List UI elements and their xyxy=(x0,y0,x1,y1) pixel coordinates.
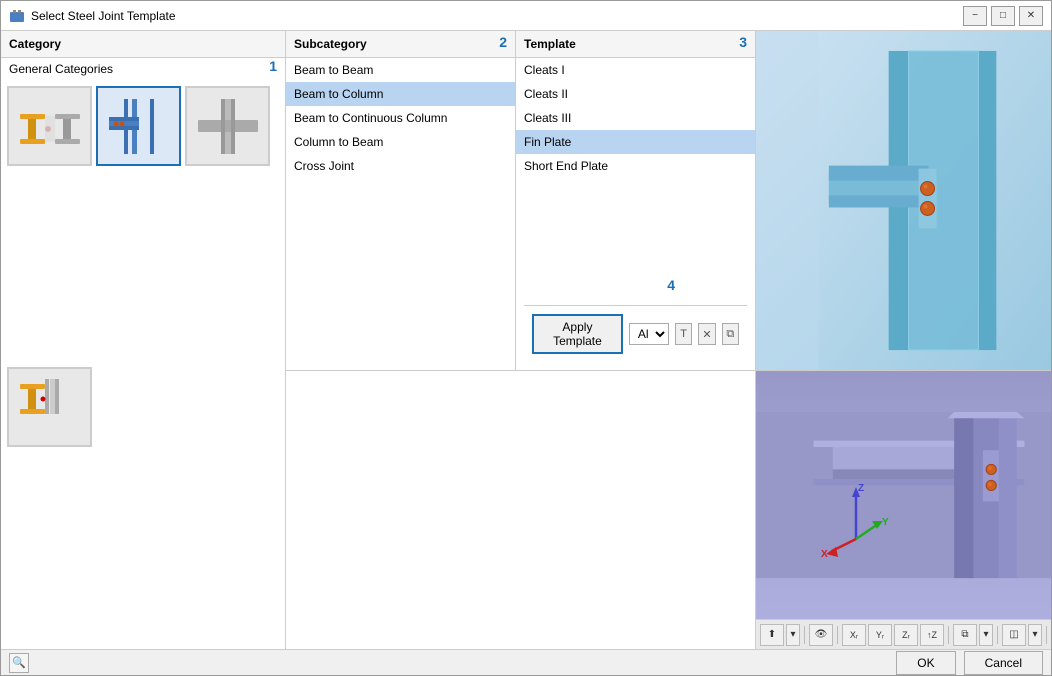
maximize-button[interactable]: □ xyxy=(991,6,1015,26)
category-panel: Category General Categories 1 xyxy=(1,31,286,649)
view3d-svg xyxy=(756,371,1051,619)
clear-icon[interactable]: ✕ xyxy=(698,323,715,345)
axis-indicator: Z Y X xyxy=(816,479,896,559)
category-thumb-2[interactable] xyxy=(96,86,181,166)
minimize-button[interactable]: − xyxy=(963,6,987,26)
template-panel: Template 3 Cleats I Cleats II Cleats III… xyxy=(516,31,756,370)
preview-3d-image xyxy=(756,31,1051,370)
subcategory-header: Subcategory 2 xyxy=(286,31,515,58)
window-icon xyxy=(9,8,25,24)
view-btn-10[interactable]: ◫ xyxy=(1002,624,1026,646)
view-btn-8[interactable]: ⧉ xyxy=(953,624,977,646)
toolbar-sep-2 xyxy=(837,626,838,644)
toolbar-sep-1 xyxy=(804,626,805,644)
template-item-4[interactable]: Short End Plate xyxy=(516,154,755,178)
bottom-row: Z Y X xyxy=(286,371,1051,649)
window-title: Select Steel Joint Template xyxy=(31,9,957,23)
copy-icon[interactable]: ⧉ xyxy=(722,323,739,345)
svg-text:Z: Z xyxy=(858,483,864,494)
apply-area: 4 Apply Template All T ✕ ⧉ xyxy=(516,297,755,370)
template-item-1[interactable]: Cleats II xyxy=(516,82,755,106)
filter-dropdown[interactable]: All xyxy=(629,323,669,345)
category-thumbnails xyxy=(1,80,285,649)
category-label: General Categories 1 xyxy=(1,58,285,80)
category-thumb-3[interactable] xyxy=(185,86,270,166)
category-thumb-4[interactable] xyxy=(7,367,92,447)
status-bar: 🔍 OK Cancel xyxy=(1,649,1051,675)
svg-text:Y: Y xyxy=(882,517,889,528)
template-item-0[interactable]: Cleats I xyxy=(516,58,755,82)
top-row: Subcategory 2 Beam to Beam Beam to Colum… xyxy=(286,31,1051,371)
window-controls: − □ ✕ xyxy=(963,6,1043,26)
toolbar-sep-5 xyxy=(1046,626,1047,644)
view-btn-3[interactable]: 👁 xyxy=(809,624,833,646)
bottom-left-panel xyxy=(286,371,756,649)
view-btn-7[interactable]: ↑Z xyxy=(920,624,944,646)
view-toolbar: ⬆ ▾ 👁 Xᵣ Yᵣ Zᵣ ↑Z ⧉ ▾ ◫ ▾ xyxy=(756,619,1051,649)
view-btn-6[interactable]: Zᵣ xyxy=(894,624,918,646)
title-bar: Select Steel Joint Template − □ ✕ xyxy=(1,1,1051,31)
search-icon[interactable]: 🔍 xyxy=(9,653,29,673)
svg-text:X: X xyxy=(821,549,828,559)
main-content: Category General Categories 1 xyxy=(1,31,1051,649)
template-header: Template 3 xyxy=(516,31,755,58)
subcategory-item-4[interactable]: Cross Joint xyxy=(286,154,515,178)
step-4-badge: 4 xyxy=(667,277,675,293)
subcategory-list: Beam to Beam Beam to Column Beam to Cont… xyxy=(286,58,515,178)
view3d-content: Z Y X xyxy=(756,371,1051,619)
subcategory-panel: Subcategory 2 Beam to Beam Beam to Colum… xyxy=(286,31,516,370)
subcategory-item-0[interactable]: Beam to Beam xyxy=(286,58,515,82)
subcategory-item-1[interactable]: Beam to Column xyxy=(286,82,515,106)
template-item-2[interactable]: Cleats III xyxy=(516,106,755,130)
category-thumb-1[interactable] xyxy=(7,86,92,166)
toolbar-sep-4 xyxy=(997,626,998,644)
toolbar-sep-3 xyxy=(948,626,949,644)
step-3-badge: 3 xyxy=(739,34,747,50)
subcategory-item-3[interactable]: Column to Beam xyxy=(286,130,515,154)
view-btn-1[interactable]: ⬆ xyxy=(760,624,784,646)
view-btn-9[interactable]: ▾ xyxy=(979,624,993,646)
subcategory-item-2[interactable]: Beam to Continuous Column xyxy=(286,106,515,130)
apply-btn-area: Apply Template All T ✕ ⧉ xyxy=(524,305,747,362)
view-btn-2[interactable]: ▾ xyxy=(786,624,800,646)
cancel-button[interactable]: Cancel xyxy=(964,651,1043,675)
preview-top-panel: ⚙ xyxy=(756,31,1051,370)
view-btn-5[interactable]: Yᵣ xyxy=(868,624,892,646)
template-list: Cleats I Cleats II Cleats III Fin Plate … xyxy=(516,58,755,297)
ok-cancel-area: OK Cancel xyxy=(896,651,1043,675)
step-2-badge: 2 xyxy=(499,34,507,50)
text-format-icon[interactable]: T xyxy=(675,323,692,345)
step-1-badge: 1 xyxy=(269,58,277,74)
template-item-3[interactable]: Fin Plate xyxy=(516,130,755,154)
view3d-panel: Z Y X xyxy=(756,371,1051,649)
view-btn-4[interactable]: Xᵣ xyxy=(842,624,866,646)
close-button[interactable]: ✕ xyxy=(1019,6,1043,26)
category-header: Category xyxy=(1,31,285,58)
ok-button[interactable]: OK xyxy=(896,651,955,675)
apply-template-button[interactable]: Apply Template xyxy=(532,314,623,354)
view-btn-11[interactable]: ▾ xyxy=(1028,624,1042,646)
main-window: Select Steel Joint Template − □ ✕ Catego… xyxy=(0,0,1052,676)
